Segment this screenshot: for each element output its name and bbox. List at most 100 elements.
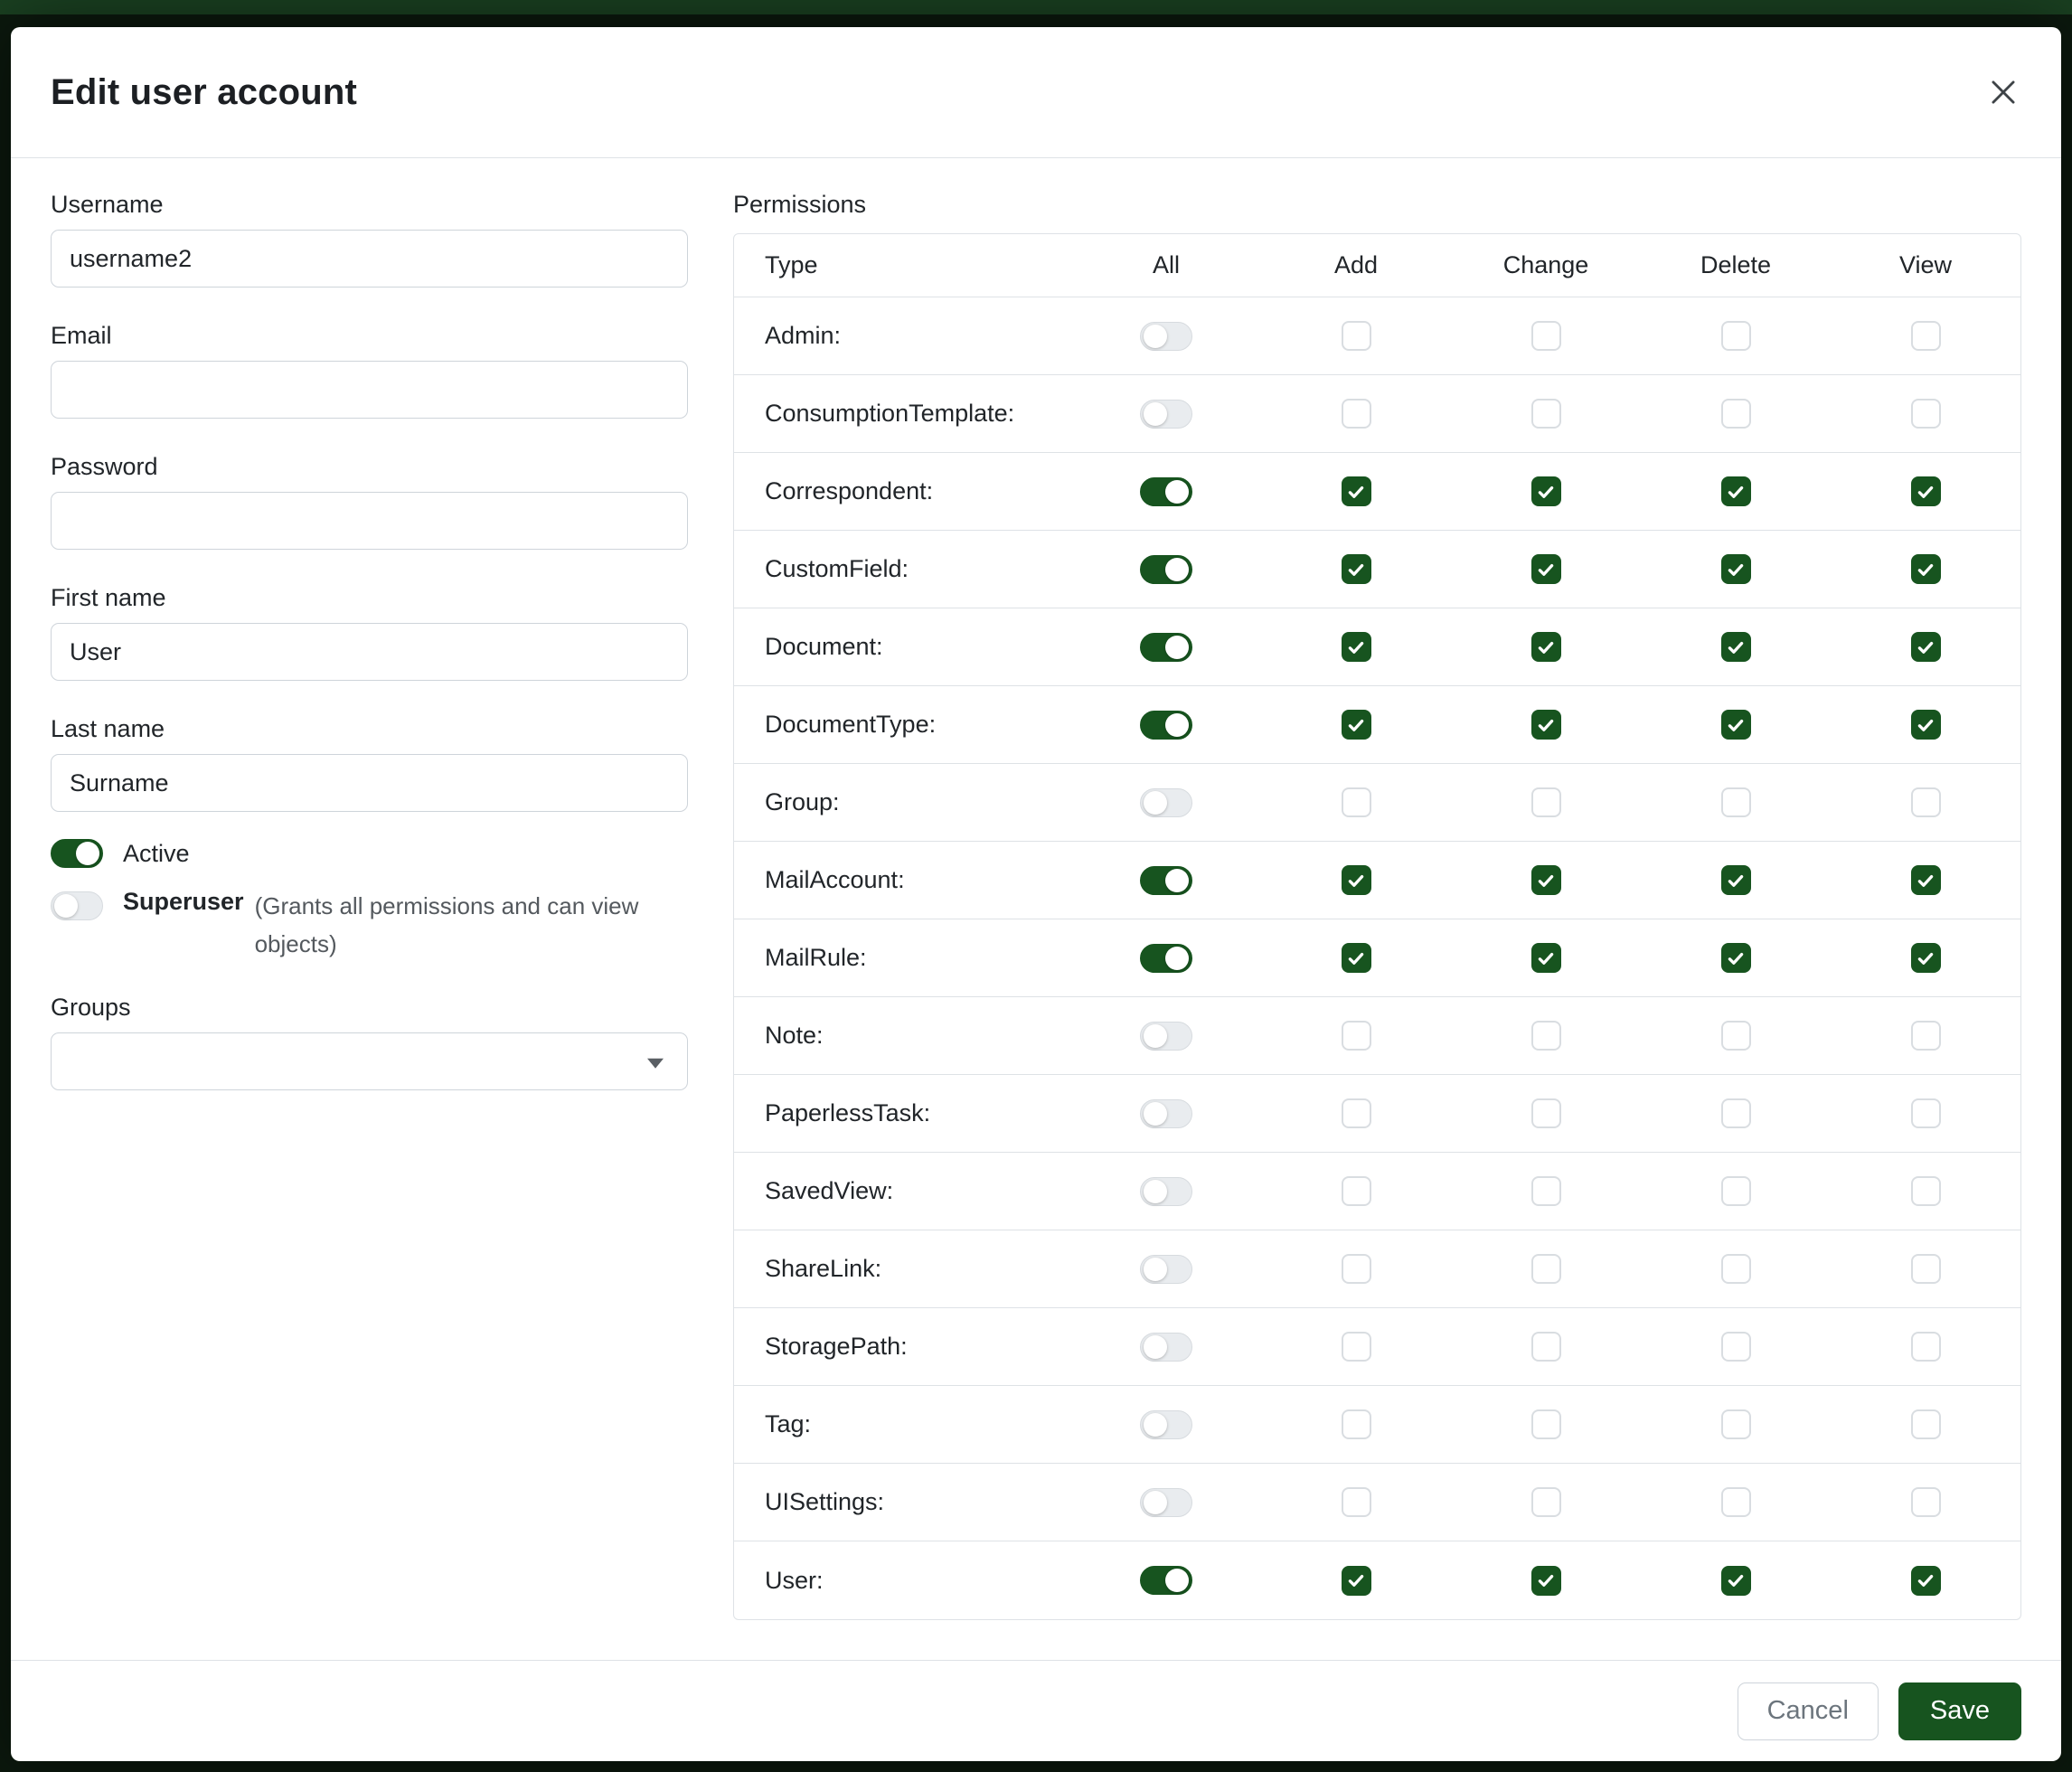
checkbox-add-mailrule[interactable] xyxy=(1342,943,1371,973)
toggle-all-mailaccount[interactable] xyxy=(1140,866,1192,895)
close-icon[interactable] xyxy=(1974,63,2032,121)
checkbox-delete-paperlesstask[interactable] xyxy=(1721,1098,1751,1128)
checkbox-delete-group[interactable] xyxy=(1721,787,1751,817)
first-name-field[interactable] xyxy=(51,623,688,681)
checkbox-add-note[interactable] xyxy=(1342,1021,1371,1051)
toggle-knob xyxy=(1144,1491,1167,1514)
checkbox-add-storagepath[interactable] xyxy=(1342,1332,1371,1362)
checkbox-delete-user[interactable] xyxy=(1721,1566,1751,1596)
toggle-all-tag[interactable] xyxy=(1140,1410,1192,1439)
checkbox-view-tag[interactable] xyxy=(1911,1409,1941,1439)
checkbox-change-user[interactable] xyxy=(1531,1566,1561,1596)
toggle-all-correspondent[interactable] xyxy=(1140,477,1192,506)
checkbox-change-document[interactable] xyxy=(1531,632,1561,662)
groups-select[interactable] xyxy=(51,1032,688,1090)
checkbox-view-documenttype[interactable] xyxy=(1911,710,1941,740)
checkbox-view-uisettings[interactable] xyxy=(1911,1487,1941,1517)
checkbox-add-tag[interactable] xyxy=(1342,1409,1371,1439)
toggle-all-consumptiontemplate[interactable] xyxy=(1140,400,1192,429)
checkbox-add-documenttype[interactable] xyxy=(1342,710,1371,740)
toggle-all-note[interactable] xyxy=(1140,1022,1192,1051)
checkbox-view-sharelink[interactable] xyxy=(1911,1254,1941,1284)
checkbox-change-sharelink[interactable] xyxy=(1531,1254,1561,1284)
email-field[interactable] xyxy=(51,361,688,419)
checkbox-change-documenttype[interactable] xyxy=(1531,710,1561,740)
toggle-all-mailrule[interactable] xyxy=(1140,944,1192,973)
checkbox-add-document[interactable] xyxy=(1342,632,1371,662)
checkbox-add-sharelink[interactable] xyxy=(1342,1254,1371,1284)
cancel-button[interactable]: Cancel xyxy=(1738,1682,1879,1740)
checkbox-delete-savedview[interactable] xyxy=(1721,1176,1751,1206)
toggle-all-document[interactable] xyxy=(1140,633,1192,662)
active-toggle[interactable] xyxy=(51,839,103,868)
checkbox-view-note[interactable] xyxy=(1911,1021,1941,1051)
last-name-field[interactable] xyxy=(51,754,688,812)
checkbox-view-storagepath[interactable] xyxy=(1911,1332,1941,1362)
checkbox-add-uisettings[interactable] xyxy=(1342,1487,1371,1517)
checkbox-change-group[interactable] xyxy=(1531,787,1561,817)
checkbox-delete-correspondent[interactable] xyxy=(1721,476,1751,506)
superuser-toggle[interactable] xyxy=(51,891,103,920)
toggle-all-paperlesstask[interactable] xyxy=(1140,1099,1192,1128)
checkbox-change-note[interactable] xyxy=(1531,1021,1561,1051)
checkbox-change-mailrule[interactable] xyxy=(1531,943,1561,973)
email-label: Email xyxy=(51,322,688,350)
checkbox-delete-note[interactable] xyxy=(1721,1021,1751,1051)
password-group: Password xyxy=(51,453,688,550)
checkbox-view-consumptiontemplate[interactable] xyxy=(1911,399,1941,429)
toggle-all-sharelink[interactable] xyxy=(1140,1255,1192,1284)
checkbox-view-customfield[interactable] xyxy=(1911,554,1941,584)
toggle-all-storagepath[interactable] xyxy=(1140,1333,1192,1362)
checkbox-change-consumptiontemplate[interactable] xyxy=(1531,399,1561,429)
toggle-all-documenttype[interactable] xyxy=(1140,711,1192,740)
checkbox-delete-sharelink[interactable] xyxy=(1721,1254,1751,1284)
checkbox-delete-documenttype[interactable] xyxy=(1721,710,1751,740)
checkbox-delete-tag[interactable] xyxy=(1721,1409,1751,1439)
checkbox-add-group[interactable] xyxy=(1342,787,1371,817)
checkbox-add-mailaccount[interactable] xyxy=(1342,865,1371,895)
checkbox-delete-uisettings[interactable] xyxy=(1721,1487,1751,1517)
checkbox-add-user[interactable] xyxy=(1342,1566,1371,1596)
toggle-all-uisettings[interactable] xyxy=(1140,1488,1192,1517)
password-field[interactable] xyxy=(51,492,688,550)
checkbox-add-consumptiontemplate[interactable] xyxy=(1342,399,1371,429)
checkbox-delete-storagepath[interactable] xyxy=(1721,1332,1751,1362)
toggle-all-customfield[interactable] xyxy=(1140,555,1192,584)
checkbox-change-admin[interactable] xyxy=(1531,321,1561,351)
checkbox-delete-mailrule[interactable] xyxy=(1721,943,1751,973)
checkbox-view-document[interactable] xyxy=(1911,632,1941,662)
checkbox-change-tag[interactable] xyxy=(1531,1409,1561,1439)
checkbox-view-savedview[interactable] xyxy=(1911,1176,1941,1206)
toggle-all-savedview[interactable] xyxy=(1140,1177,1192,1206)
perm-type-label-mailaccount: MailAccount: xyxy=(734,866,1071,894)
checkbox-change-storagepath[interactable] xyxy=(1531,1332,1561,1362)
checkbox-view-correspondent[interactable] xyxy=(1911,476,1941,506)
checkbox-view-mailrule[interactable] xyxy=(1911,943,1941,973)
checkbox-delete-document[interactable] xyxy=(1721,632,1751,662)
checkbox-delete-mailaccount[interactable] xyxy=(1721,865,1751,895)
checkbox-add-correspondent[interactable] xyxy=(1342,476,1371,506)
checkbox-view-admin[interactable] xyxy=(1911,321,1941,351)
checkbox-change-paperlesstask[interactable] xyxy=(1531,1098,1561,1128)
toggle-all-group[interactable] xyxy=(1140,788,1192,817)
username-input[interactable] xyxy=(51,230,688,287)
checkbox-add-savedview[interactable] xyxy=(1342,1176,1371,1206)
checkbox-change-correspondent[interactable] xyxy=(1531,476,1561,506)
checkbox-view-user[interactable] xyxy=(1911,1566,1941,1596)
checkbox-view-group[interactable] xyxy=(1911,787,1941,817)
checkbox-delete-admin[interactable] xyxy=(1721,321,1751,351)
checkbox-change-uisettings[interactable] xyxy=(1531,1487,1561,1517)
checkbox-change-savedview[interactable] xyxy=(1531,1176,1561,1206)
checkbox-delete-consumptiontemplate[interactable] xyxy=(1721,399,1751,429)
checkbox-delete-customfield[interactable] xyxy=(1721,554,1751,584)
checkbox-change-customfield[interactable] xyxy=(1531,554,1561,584)
save-button[interactable]: Save xyxy=(1898,1682,2021,1740)
checkbox-change-mailaccount[interactable] xyxy=(1531,865,1561,895)
checkbox-view-mailaccount[interactable] xyxy=(1911,865,1941,895)
checkbox-add-paperlesstask[interactable] xyxy=(1342,1098,1371,1128)
toggle-all-user[interactable] xyxy=(1140,1566,1192,1595)
toggle-all-admin[interactable] xyxy=(1140,322,1192,351)
checkbox-add-admin[interactable] xyxy=(1342,321,1371,351)
checkbox-add-customfield[interactable] xyxy=(1342,554,1371,584)
checkbox-view-paperlesstask[interactable] xyxy=(1911,1098,1941,1128)
